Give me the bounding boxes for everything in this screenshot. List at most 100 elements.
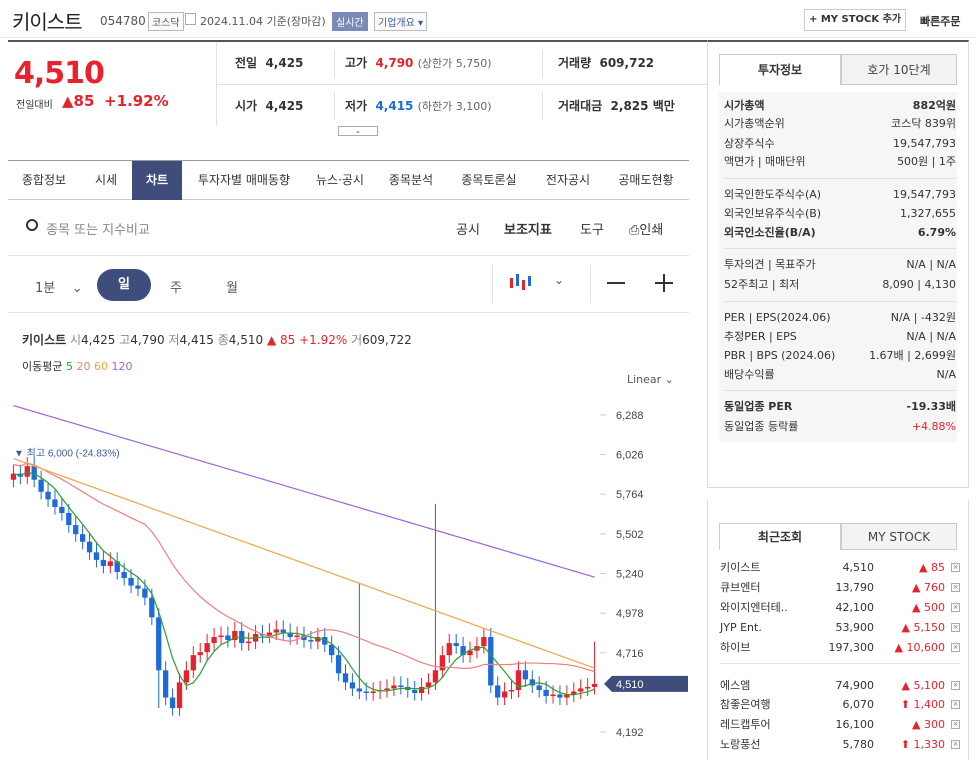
price-chart[interactable]: 6,288 6,026 5,764 5,502 5,240 4,978 4,716 4,192… <box>0 395 690 752</box>
tab-short-selling[interactable]: 공매도현황 <box>606 161 686 200</box>
recent-item[interactable]: 노랑풍선 5,780 ⬆ 1,330 × <box>720 735 960 754</box>
mystock-add-button[interactable]: + MY STOCK 추가 <box>804 9 906 31</box>
indicator-button[interactable]: 보조지표 <box>504 219 552 238</box>
amount-value: 2,825 <box>610 99 649 113</box>
y-tick-label: 6,288 <box>616 410 644 422</box>
recent-item[interactable]: JYP Ent. 53,900 ▲ 5,150 × <box>720 618 960 637</box>
candle-body <box>128 578 134 586</box>
print-button[interactable]: ⎙인쇄 <box>629 219 663 238</box>
recent-item-name[interactable]: 에스엠 <box>720 676 750 695</box>
tab-overview[interactable]: 종합정보 <box>8 161 80 200</box>
search-icon[interactable] <box>26 219 38 231</box>
chart-low: 4,415 <box>179 333 214 347</box>
disclosure-button[interactable]: 공시 <box>456 219 480 238</box>
ma-label: 이동평균 <box>22 360 63 373</box>
recent-item[interactable]: 참좋은여행 6,070 ⬆ 1,400 × <box>720 695 960 714</box>
invest-row: 외국인소진율(B/A) 6.79% <box>724 224 956 242</box>
invest-row: 동일업종 PER -19.33배 <box>724 398 956 416</box>
candle-body <box>543 689 549 697</box>
high-value: 4,790 <box>375 56 414 70</box>
invest-row-label: 동일업종 등락률 <box>724 420 799 433</box>
scale-select[interactable]: Linear ⌄ <box>627 373 674 386</box>
divider <box>724 248 956 249</box>
remove-icon[interactable]: × <box>951 720 960 729</box>
chart-type-chevron-icon[interactable]: ⌄ <box>554 273 564 287</box>
recent-item-name[interactable]: JYP Ent. <box>720 618 762 637</box>
remove-icon[interactable]: × <box>951 623 960 632</box>
company-overview-button[interactable]: 기업개요 ▾ <box>374 12 428 31</box>
period-month-button[interactable]: 월 <box>226 277 238 296</box>
remove-icon[interactable]: × <box>951 681 960 690</box>
minute-period-select[interactable]: 1분 ⌄ <box>35 277 83 296</box>
chart-ohlc-header: 키이스트 시4,425 고4,790 저4,415 종4,510 ▲ 85 +1… <box>22 331 412 348</box>
recent-item[interactable]: 키이스트 4,510 ▲ 85 × <box>720 558 960 577</box>
candle-body <box>169 697 176 709</box>
recent-item-name[interactable]: 레드캡투어 <box>720 715 771 734</box>
compare-search-input[interactable]: 종목 또는 지수비교 <box>46 219 150 238</box>
candle-body <box>135 585 141 589</box>
remove-icon[interactable]: × <box>951 643 960 652</box>
tab-disclosure[interactable]: 전자공시 <box>530 161 606 200</box>
tab-forum[interactable]: 종목토론실 <box>448 161 530 200</box>
recent-item[interactable]: 레드캡투어 16,100 ▲ 300 × <box>720 715 960 734</box>
invest-row-label: 투자의견 | 목표주가 <box>724 258 816 271</box>
candle-body <box>508 689 515 692</box>
tab-recent[interactable]: 최근조회 <box>719 523 841 550</box>
recent-item-name[interactable]: 하이브 <box>720 638 750 657</box>
ma120-line <box>13 405 595 578</box>
invest-row-value: +4.88% <box>911 420 956 433</box>
recent-item[interactable]: 큐브엔터 13,790 ▲ 760 × <box>720 578 960 597</box>
invest-row-value: 1,327,655 <box>900 207 956 220</box>
tab-chart[interactable]: 차트 <box>132 161 182 200</box>
recent-item-name[interactable]: 와이지엔터테.. <box>720 598 788 617</box>
candle-type-icon[interactable] <box>508 272 532 294</box>
candle-body <box>183 670 190 683</box>
candle-body <box>218 635 224 638</box>
scale-label: Linear <box>627 373 662 386</box>
tab-quotes[interactable]: 시세 <box>80 161 132 200</box>
zoom-in-icon[interactable] <box>655 274 673 292</box>
tools-button[interactable]: 도구 <box>580 219 604 238</box>
current-price: 4,510 <box>14 56 105 91</box>
change-value: ▲85 <box>62 92 95 110</box>
tab-order-book[interactable]: 호가 10단계 <box>841 54 957 85</box>
recent-item[interactable]: 하이브 197,300 ▲ 10,600 × <box>720 638 960 657</box>
invest-row-value: N/A | -432원 <box>890 311 956 324</box>
recent-item[interactable]: 에스엠 74,900 ▲ 5,100 × <box>720 676 960 695</box>
invest-row-label: 시가총액 <box>724 99 765 112</box>
y-tick-label: 4,978 <box>616 608 644 620</box>
candle-body <box>93 552 100 560</box>
remove-icon[interactable]: × <box>951 603 960 612</box>
period-week-button[interactable]: 주 <box>170 277 182 296</box>
invest-row-value: 6.79% <box>917 226 956 239</box>
tab-news[interactable]: 뉴스·공시 <box>306 161 374 200</box>
zoom-out-icon[interactable] <box>607 282 625 284</box>
realtime-badge[interactable]: 실시간 <box>332 12 368 31</box>
divider <box>724 301 956 302</box>
chart-stock-name: 키이스트 <box>22 333 67 347</box>
candle-body <box>398 685 404 687</box>
expand-chevron-icon[interactable]: ⌄ <box>338 126 378 136</box>
recent-item-name[interactable]: 노랑풍선 <box>720 735 760 754</box>
calendar-icon <box>185 13 196 25</box>
candle-body <box>211 637 217 644</box>
tab-analysis[interactable]: 종목분석 <box>374 161 448 200</box>
quick-order-link[interactable]: 빠른주문 <box>920 13 960 29</box>
y-tick-label: 5,240 <box>616 569 644 581</box>
candle-body <box>439 655 446 671</box>
recent-item-name[interactable]: 키이스트 <box>720 558 760 577</box>
remove-icon[interactable]: × <box>951 740 960 749</box>
recent-item-name[interactable]: 참좋은여행 <box>720 695 771 714</box>
remove-icon[interactable]: × <box>951 700 960 709</box>
tab-invest-info[interactable]: 투자정보 <box>719 54 841 85</box>
tab-investor-trends[interactable]: 투자자별 매매동향 <box>182 161 306 200</box>
recent-item-change: ▲ 5,150 <box>901 621 945 634</box>
recent-item-name[interactable]: 큐브엔터 <box>720 578 760 597</box>
recent-item[interactable]: 와이지엔터테.. 42,100 ▲ 500 × <box>720 598 960 617</box>
remove-icon[interactable]: × <box>951 583 960 592</box>
period-day-button[interactable]: 일 <box>97 269 151 301</box>
invest-row: 외국인한도주식수(A) 19,547,793 <box>724 186 956 204</box>
candle-body <box>446 643 452 656</box>
tab-mystock[interactable]: MY STOCK <box>841 523 957 550</box>
remove-icon[interactable]: × <box>951 563 960 572</box>
